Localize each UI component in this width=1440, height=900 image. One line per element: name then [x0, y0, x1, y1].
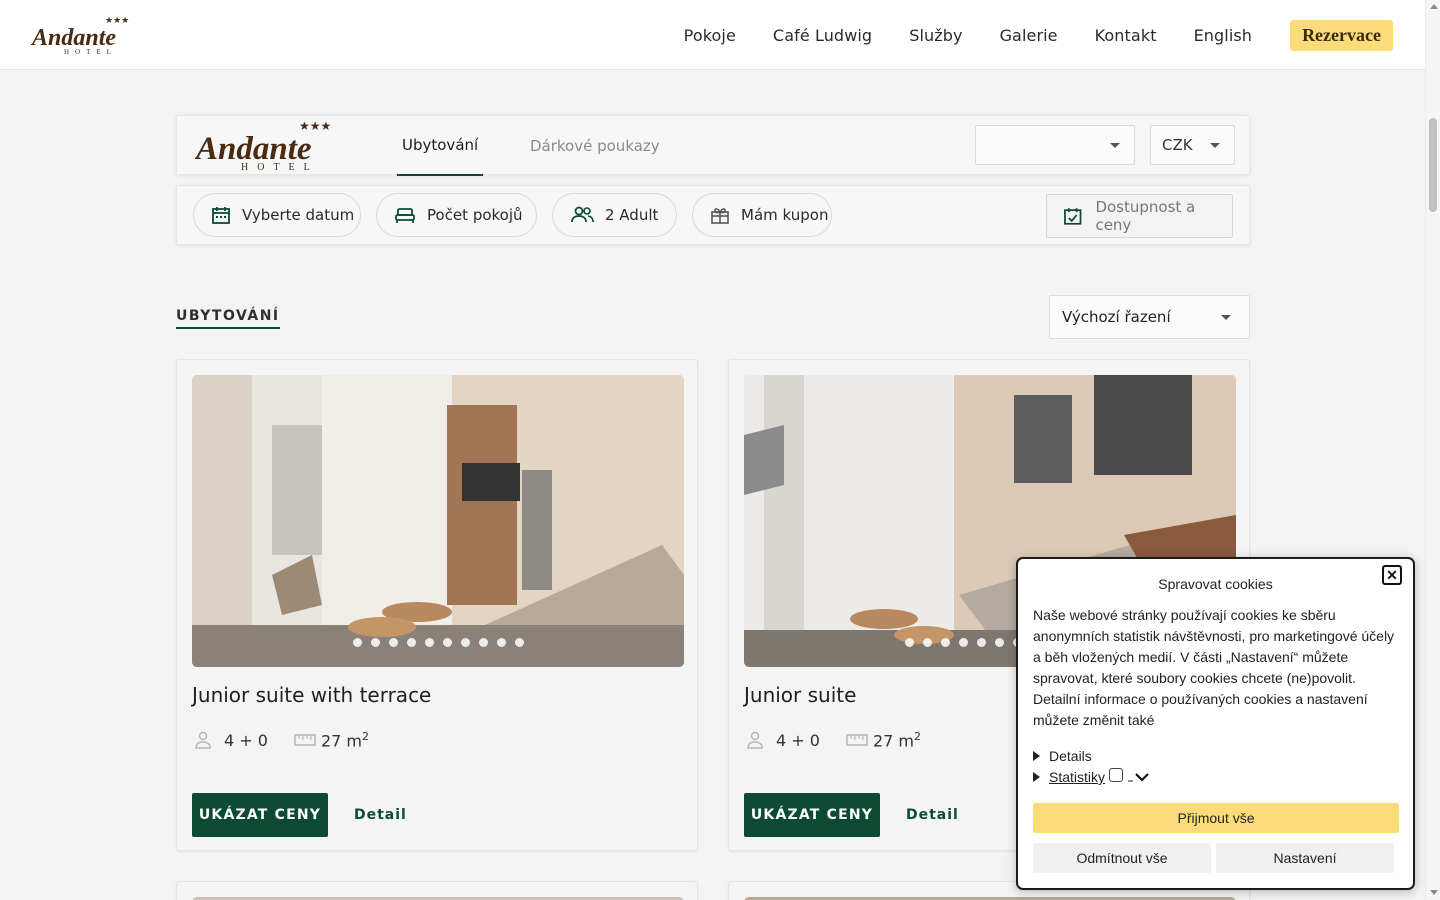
users-icon: [571, 206, 594, 223]
date-picker-pill[interactable]: Vyberte datum: [193, 193, 361, 237]
carousel-dot[interactable]: [388, 638, 398, 647]
photo-carousel-dots: [192, 638, 684, 647]
cookie-statistics-toggle[interactable]: Statistiky: [1033, 768, 1150, 785]
guests-label: 2 Adult: [605, 206, 659, 224]
carousel-dot[interactable]: [994, 638, 1004, 647]
cookie-details-toggle[interactable]: Details: [1033, 748, 1092, 764]
carousel-dot[interactable]: [478, 638, 488, 647]
carousel-dot[interactable]: [958, 638, 968, 647]
cookie-description: Naše webové stránky používají cookies ke…: [1033, 607, 1395, 728]
svg-text:HOTEL: HOTEL: [241, 162, 319, 173]
sort-select-value: Výchozí řazení: [1062, 308, 1171, 326]
scroll-up-arrow-icon[interactable]: [1430, 4, 1438, 9]
ruler-icon: [294, 734, 316, 746]
chevron-down-icon: [1221, 315, 1231, 320]
carousel-dot[interactable]: [352, 638, 362, 647]
nav-item-pokoje[interactable]: Pokoje: [684, 26, 736, 45]
room-size: 27 m2: [872, 730, 921, 751]
chevron-down-icon[interactable]: [1128, 771, 1150, 783]
carousel-dot[interactable]: [442, 638, 452, 647]
show-prices-button[interactable]: UKÁZAT CENY: [192, 793, 328, 837]
reservation-button[interactable]: Rezervace: [1290, 19, 1393, 51]
availability-label: Dostupnost a ceny: [1095, 198, 1196, 234]
cookie-consent-dialog: ✕ Spravovat cookies Naše webové stránky …: [1016, 557, 1415, 890]
main-menu: Pokoje Café Ludwig Služby Galerie Kontak…: [647, 0, 1393, 70]
rooms-count-pill[interactable]: Počet pokojů: [376, 193, 537, 237]
room-card: [176, 881, 698, 900]
nav-item-cafe-ludwig[interactable]: Café Ludwig: [773, 26, 872, 45]
show-prices-button[interactable]: UKÁZAT CENY: [744, 793, 880, 837]
room-name: Junior suite with terrace: [192, 683, 432, 707]
rooms-count-label: Počet pokojů: [427, 206, 523, 224]
coupon-pill[interactable]: Mám kupon: [692, 193, 832, 237]
guests-pill[interactable]: 2 Adult: [552, 193, 677, 237]
chevron-down-icon: [1110, 143, 1120, 148]
room-size: 27 m2: [320, 730, 369, 751]
room-name: Junior suite: [744, 683, 857, 707]
currency-select[interactable]: CZK: [1150, 125, 1235, 165]
deny-all-button[interactable]: Odmítnout vše: [1033, 843, 1211, 873]
room-photo[interactable]: [192, 375, 684, 667]
carousel-dot[interactable]: [976, 638, 986, 647]
tab-ubytovani[interactable]: Ubytování: [397, 116, 484, 176]
carousel-dot[interactable]: [922, 638, 932, 647]
statistics-checkbox[interactable]: [1109, 768, 1124, 782]
currency-select-value: CZK: [1162, 136, 1193, 154]
nav-item-galerie[interactable]: Galerie: [1000, 26, 1058, 45]
cookie-dialog-title: Spravovat cookies: [1158, 576, 1273, 592]
person-icon: [195, 731, 211, 749]
disclosure-triangle-icon: [1033, 772, 1040, 782]
widget-hotel-logo: ★★★ Andante HOTEL: [194, 118, 341, 174]
room-meta: 4 + 0 27 m2: [194, 730, 369, 750]
ruler-icon: [846, 734, 868, 746]
room-detail-link[interactable]: Detail: [354, 807, 407, 823]
svg-text:HOTEL: HOTEL: [64, 48, 117, 56]
cookie-settings-button[interactable]: Nastavení: [1216, 843, 1394, 873]
room-detail-link[interactable]: Detail: [906, 807, 959, 823]
cookie-details-label: Details: [1049, 748, 1092, 764]
carousel-dot[interactable]: [424, 638, 434, 647]
language-select[interactable]: [975, 125, 1135, 165]
carousel-dot[interactable]: [940, 638, 950, 647]
statistics-link[interactable]: Statistiky: [1049, 769, 1105, 785]
carousel-dot[interactable]: [406, 638, 416, 647]
availability-button[interactable]: Dostupnost a ceny: [1046, 194, 1233, 238]
page-scrollbar[interactable]: [1425, 0, 1440, 900]
booking-header-panel: ★★★ Andante HOTEL Ubytování Dárkové pouk…: [176, 115, 1250, 176]
tab-darkove-poukazy[interactable]: Dárkové poukazy: [530, 116, 660, 176]
accept-all-button[interactable]: Přijmout vše: [1033, 803, 1399, 833]
chevron-down-icon: [1210, 143, 1220, 148]
nav-item-kontakt[interactable]: Kontakt: [1095, 26, 1157, 45]
person-icon: [747, 731, 763, 749]
hotel-logo[interactable]: ★★★ Andante HOTEL: [30, 14, 134, 56]
nav-item-sluzby[interactable]: Služby: [909, 26, 962, 45]
gift-icon: [711, 208, 729, 224]
room-occupancy: 4 + 0: [224, 730, 268, 750]
room-card: Junior suite with terrace 4 + 0 27 m2 UK…: [176, 359, 698, 851]
bed-icon: [395, 208, 415, 223]
scroll-thumb[interactable]: [1429, 118, 1437, 212]
sort-select[interactable]: Výchozí řazení: [1049, 295, 1250, 339]
carousel-dot[interactable]: [496, 638, 506, 647]
coupon-label: Mám kupon: [741, 206, 829, 224]
carousel-dot[interactable]: [514, 638, 524, 647]
nav-item-english[interactable]: English: [1194, 26, 1252, 45]
calendar-icon: [212, 207, 230, 224]
room-meta: 4 + 0 27 m2: [746, 730, 921, 750]
disclosure-triangle-icon: [1033, 751, 1040, 761]
booking-search-panel: Vyberte datum Počet pokojů 2 Adult Mám k…: [176, 185, 1250, 245]
room-occupancy: 4 + 0: [776, 730, 820, 750]
carousel-dot[interactable]: [904, 638, 914, 647]
calendar-check-icon: [1064, 208, 1082, 225]
section-title-ubytovani: UBYTOVÁNÍ: [176, 308, 280, 329]
date-picker-label: Vyberte datum: [242, 206, 355, 224]
carousel-dot[interactable]: [370, 638, 380, 647]
top-navigation: ★★★ Andante HOTEL Pokoje Café Ludwig Slu…: [0, 0, 1425, 70]
scroll-down-arrow-icon[interactable]: [1430, 890, 1438, 895]
carousel-dot[interactable]: [460, 638, 470, 647]
